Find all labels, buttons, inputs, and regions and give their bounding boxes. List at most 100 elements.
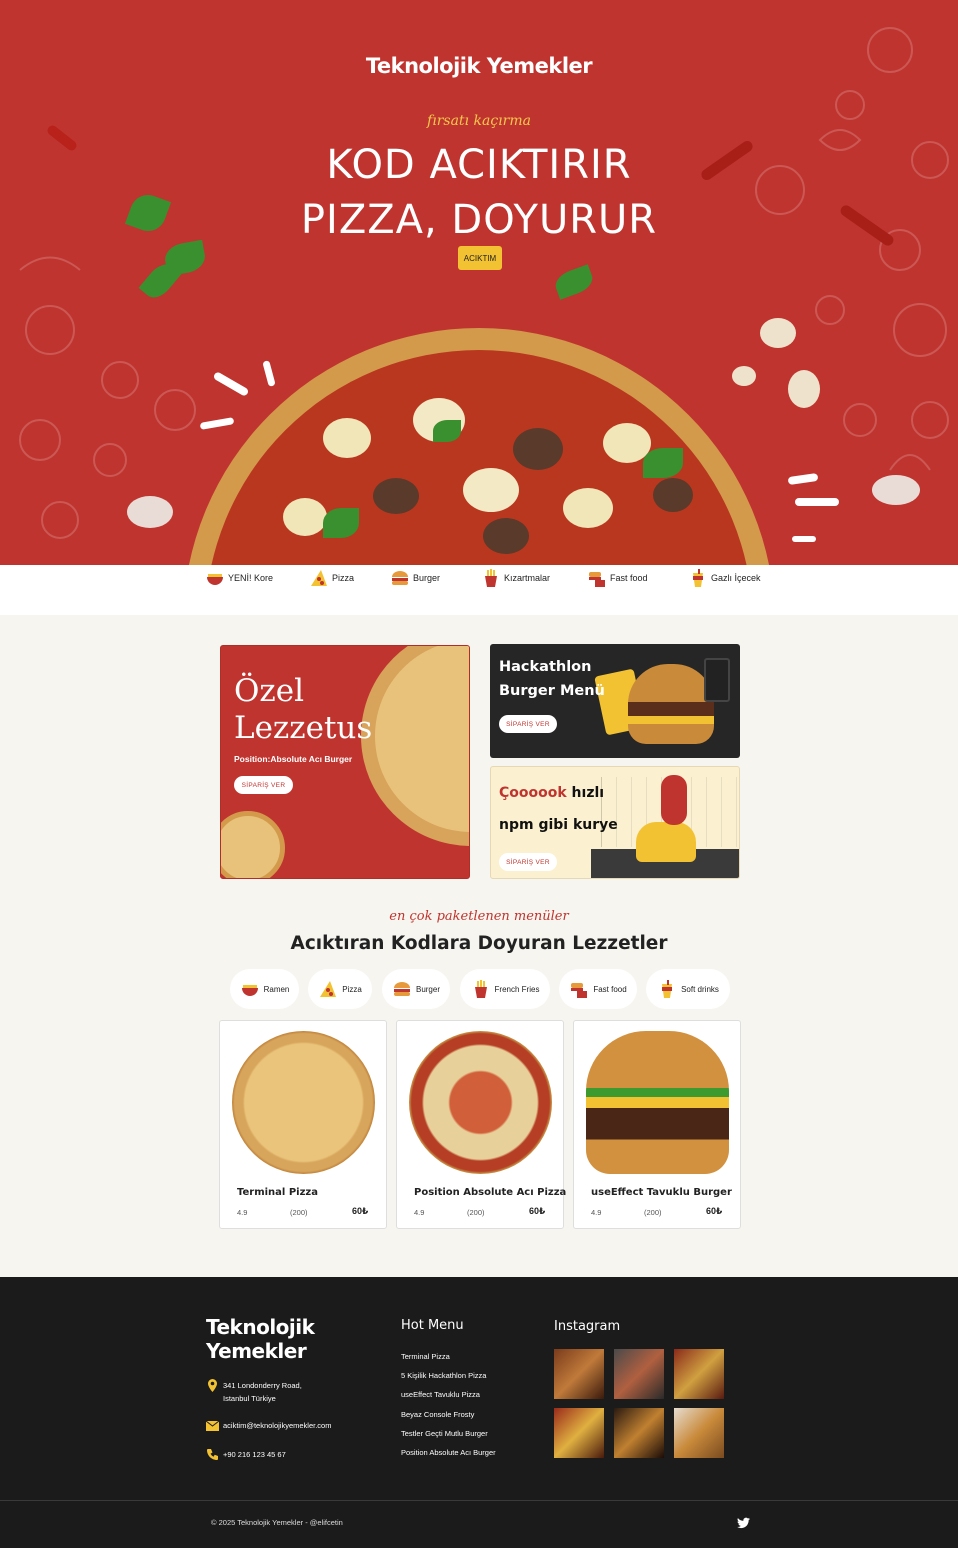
chip-label: Pizza xyxy=(342,984,362,994)
hero-section: Teknolojik Yemekler fırsatı kaçırma KOD … xyxy=(0,0,958,565)
product-card-terminal-pizza[interactable]: Terminal Pizza 4.9 (200) 60₺ xyxy=(219,1020,387,1229)
location-pin-icon xyxy=(206,1379,219,1392)
category-nav xyxy=(0,565,958,615)
hot-menu-link[interactable]: Testler Geçti Mutlu Burger xyxy=(401,1429,488,1438)
section-tagline: en çok paketlenen menüler xyxy=(389,909,569,924)
fastfood-icon xyxy=(587,568,607,588)
footer-address: 341 Londonderry Road, Istanbul Türkiye xyxy=(206,1379,306,1405)
order-button-hackathlon[interactable]: SİPARİŞ VER xyxy=(499,715,557,733)
aciktim-button[interactable]: ACIKTIM xyxy=(458,246,502,270)
kurye-title-rest: hızlı xyxy=(566,785,605,801)
motion-stroke-decoration xyxy=(792,536,816,542)
headline-line-2: PIZZA, DOYURUR xyxy=(300,197,658,243)
copyright-text: © 2025 Teknolojik Yemekler - @elifcetin xyxy=(211,1518,343,1527)
hero-tagline: fırsatı kaçırma xyxy=(427,113,531,129)
filter-chip-ramen[interactable]: Ramen xyxy=(230,969,299,1009)
hot-menu-link[interactable]: Beyaz Console Frosty xyxy=(401,1410,474,1419)
product-review-count: (200) xyxy=(290,1208,308,1217)
category-kizartmalar[interactable]: Kızartmalar xyxy=(481,568,550,588)
footer-brand-logo: Teknolojik Yemekler xyxy=(206,1315,315,1363)
ramen-icon xyxy=(240,979,260,999)
garlic-decoration-icon xyxy=(872,475,920,505)
hero-brand-logo: Teknolojik Yemekler xyxy=(365,54,593,78)
fries-icon xyxy=(481,568,501,588)
kurye-title-highlight: Çoooook xyxy=(499,785,567,801)
courier-scooter-image xyxy=(636,822,696,862)
product-name: useEffect Tavuklu Burger xyxy=(591,1187,732,1198)
filter-chip-pizza[interactable]: Pizza xyxy=(308,969,372,1009)
phone-text: +90 216 123 45 67 xyxy=(223,1450,286,1459)
product-rating: 4.9 xyxy=(591,1208,602,1217)
category-pizza[interactable]: Pizza xyxy=(309,568,354,588)
pizza-icon xyxy=(309,568,329,588)
product-rating: 4.9 xyxy=(237,1208,248,1217)
hero-headline: KOD ACIKTIRIR PIZZA, DOYURUR xyxy=(0,138,958,248)
chip-label: Burger xyxy=(415,984,440,994)
hot-menu-title: Hot Menu xyxy=(401,1318,464,1333)
hot-menu-link[interactable]: Terminal Pizza xyxy=(401,1352,450,1361)
drink-icon xyxy=(688,568,708,588)
burger-image xyxy=(628,664,714,744)
section-title: Acıktıran Kodlara Doyuran Lezzetler xyxy=(290,933,668,954)
footer-bottom-bar xyxy=(0,1500,958,1548)
instagram-title: Instagram xyxy=(554,1319,621,1334)
instagram-photo[interactable] xyxy=(614,1408,664,1458)
fries-icon xyxy=(471,979,491,999)
kurye-title-line2: npm gibi kurye xyxy=(499,817,618,833)
category-gazli-icecek[interactable]: Gazlı İçecek xyxy=(688,568,761,588)
drink-icon xyxy=(657,979,677,999)
category-fastfood[interactable]: Fast food xyxy=(587,568,648,588)
ramen-icon xyxy=(205,568,225,588)
promo-kurye-title: Çoooook hızlı npm gibi kurye xyxy=(499,777,629,841)
hot-menu-link[interactable]: 5 Kişilik Hackathlon Pizza xyxy=(401,1371,486,1380)
address-text: 341 Londonderry Road, Istanbul Türkiye xyxy=(223,1381,302,1403)
product-image xyxy=(409,1031,552,1174)
email-text: aciktim@teknolojikyemekler.com xyxy=(223,1421,332,1430)
mushroom-decoration-icon xyxy=(760,318,796,348)
promo-hackathlon-title: Hackathlon Burger Menü xyxy=(499,659,605,699)
category-burger[interactable]: Burger xyxy=(390,568,440,588)
product-name: Terminal Pizza xyxy=(237,1187,318,1198)
product-price: 60₺ xyxy=(352,1206,369,1216)
product-review-count: (200) xyxy=(467,1208,485,1217)
footer-phone[interactable]: +90 216 123 45 67 xyxy=(206,1448,286,1461)
order-button-ozel[interactable]: SİPARİŞ VER xyxy=(234,776,293,794)
filter-chip-soft-drinks[interactable]: Soft drinks xyxy=(646,969,730,1009)
hot-menu-link[interactable]: useEffect Tavuklu Pizza xyxy=(401,1390,480,1399)
footer-email[interactable]: aciktim@teknolojikyemekler.com xyxy=(205,1419,332,1432)
drink-image xyxy=(704,658,730,702)
promo-ozel-title: Özel Lezzetus xyxy=(234,673,373,746)
headline-line-1: KOD ACIKTIRIR xyxy=(326,142,632,188)
twitter-icon[interactable] xyxy=(737,1516,750,1529)
instagram-photo[interactable] xyxy=(554,1408,604,1458)
mushroom-decoration-icon xyxy=(788,370,820,408)
instagram-photo[interactable] xyxy=(554,1349,604,1399)
product-name: Position Absolute Acı Pizza xyxy=(414,1187,567,1198)
category-label: YENİ! Kore xyxy=(228,573,274,583)
category-label: Burger xyxy=(413,573,441,583)
pizza-icon xyxy=(318,979,338,999)
filter-chip-french-fries[interactable]: French Fries xyxy=(460,969,550,1009)
instagram-photo[interactable] xyxy=(674,1349,724,1399)
fastfood-icon xyxy=(569,979,589,999)
burger-icon xyxy=(392,979,412,999)
mail-icon xyxy=(205,1419,220,1432)
filter-chip-fast-food[interactable]: Fast food xyxy=(559,969,637,1009)
instagram-photo[interactable] xyxy=(614,1349,664,1399)
product-card-useeffect-burger[interactable]: useEffect Tavuklu Burger 4.9 (200) 60₺ xyxy=(573,1020,741,1229)
filter-chip-burger[interactable]: Burger xyxy=(382,969,450,1009)
phone-icon xyxy=(206,1448,219,1461)
burger-icon xyxy=(390,568,410,588)
product-image xyxy=(232,1031,375,1174)
product-card-position-absolute-pizza[interactable]: Position Absolute Acı Pizza 4.9 (200) 60… xyxy=(396,1020,567,1229)
chip-label: Ramen xyxy=(263,984,290,994)
motion-stroke-decoration xyxy=(795,498,839,506)
category-label: Fast food xyxy=(610,573,648,583)
hot-menu-link[interactable]: Position Absolute Acı Burger xyxy=(401,1448,496,1457)
instagram-photo[interactable] xyxy=(674,1408,724,1458)
product-rating: 4.9 xyxy=(414,1208,425,1217)
order-button-kurye[interactable]: SİPARİŞ VER xyxy=(499,853,557,871)
category-kore[interactable]: YENİ! Kore xyxy=(205,568,273,588)
chip-label: French Fries xyxy=(494,984,540,994)
category-label: Gazlı İçecek xyxy=(711,573,761,583)
